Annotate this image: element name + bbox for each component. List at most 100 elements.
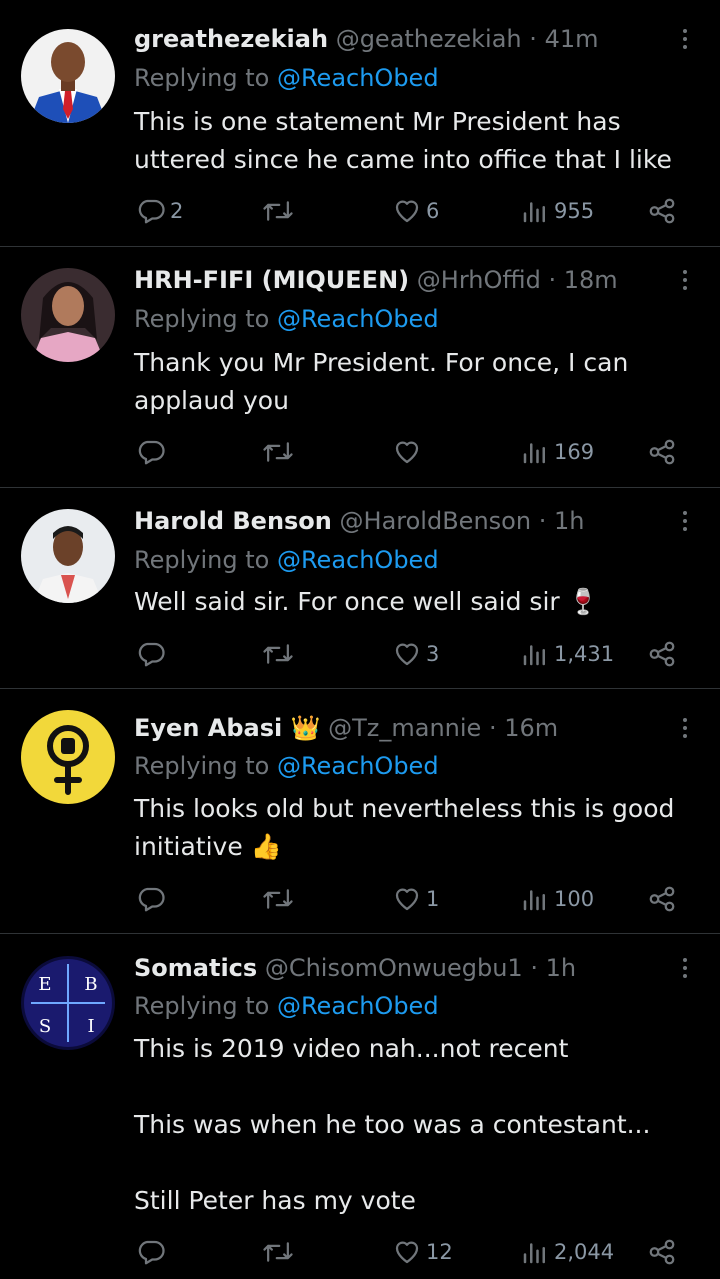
retweet-button[interactable] <box>262 1234 298 1270</box>
avatar[interactable]: E B S I <box>21 956 115 1050</box>
share-button[interactable] <box>647 193 677 229</box>
retweet-icon <box>263 889 293 909</box>
timestamp[interactable]: 1h <box>546 954 576 982</box>
mention-link[interactable]: @ReachObed <box>277 305 439 333</box>
views-count: 169 <box>554 440 595 464</box>
views-button[interactable]: 2,044 <box>520 1234 614 1270</box>
like-button[interactable]: 12 <box>392 1234 453 1270</box>
more-icon[interactable] <box>672 711 698 745</box>
author-handle[interactable]: @ChisomOnwuegbu1 <box>265 954 523 982</box>
retweet-icon <box>263 442 293 462</box>
replying-to: Replying to @ReachObed <box>134 301 439 337</box>
views-button[interactable]: 1,431 <box>520 636 614 672</box>
views-count: 100 <box>554 887 595 911</box>
reply-icon <box>138 642 165 667</box>
reply-button[interactable] <box>136 434 170 470</box>
views-icon <box>523 890 545 911</box>
author-name[interactable]: Somatics <box>134 954 257 982</box>
svg-text:S: S <box>39 1016 51 1037</box>
reply-icon <box>138 199 165 224</box>
share-button[interactable] <box>647 881 677 917</box>
share-button[interactable] <box>647 434 677 470</box>
author-name[interactable]: Eyen Abasi 👑 <box>134 714 320 742</box>
timestamp[interactable]: 41m <box>545 25 599 53</box>
share-icon <box>649 439 675 465</box>
like-button[interactable]: 1 <box>392 881 439 917</box>
more-icon[interactable] <box>672 22 698 56</box>
like-button[interactable] <box>392 434 426 470</box>
author-handle[interactable]: @Tz_mannie <box>328 714 481 742</box>
replying-to: Replying to @ReachObed <box>134 542 439 578</box>
replying-to-label: Replying to <box>134 64 270 92</box>
timestamp[interactable]: 1h <box>554 507 584 535</box>
avatar[interactable] <box>21 509 115 603</box>
avatar[interactable] <box>21 710 115 804</box>
reply-button[interactable] <box>136 636 170 672</box>
like-button[interactable]: 6 <box>392 193 439 229</box>
timestamp[interactable]: 16m <box>504 714 558 742</box>
mention-link[interactable]: @ReachObed <box>277 752 439 780</box>
heart-icon <box>395 888 419 911</box>
replying-to-label: Replying to <box>134 305 270 333</box>
tweet-text: Well said sir. For once well said sir 🍷 <box>134 587 599 616</box>
views-count: 2,044 <box>554 1240 615 1264</box>
tweet-text: Thank you Mr President. For once, I can … <box>134 348 629 415</box>
avatar[interactable] <box>21 268 115 362</box>
share-icon <box>649 886 675 912</box>
views-button[interactable]: 955 <box>520 193 594 229</box>
reply-button[interactable] <box>136 881 170 917</box>
reply-button[interactable] <box>136 1234 170 1270</box>
replying-to-label: Replying to <box>134 752 270 780</box>
more-icon[interactable] <box>672 263 698 297</box>
separator: · <box>529 25 537 53</box>
heart-icon <box>395 200 419 223</box>
tweet-text: This is one statement Mr President has u… <box>134 107 672 174</box>
replying-to: Replying to @ReachObed <box>134 988 439 1024</box>
svg-text:B: B <box>84 974 97 995</box>
retweet-button[interactable] <box>262 193 298 229</box>
action-bar: 12 2,044 <box>0 1234 720 1270</box>
tweet[interactable]: greathezekiah @geathezekiah · 41m Replyi… <box>0 0 720 246</box>
like-button[interactable]: 3 <box>392 636 439 672</box>
tweet-header: Eyen Abasi 👑 @Tz_mannie · 16m <box>134 711 558 745</box>
mention-link[interactable]: @ReachObed <box>277 992 439 1020</box>
tweet[interactable]: Harold Benson @HaroldBenson · 1h Replyin… <box>0 488 720 688</box>
tweet[interactable]: Eyen Abasi 👑 @Tz_mannie · 16m Replying t… <box>0 689 720 933</box>
views-count: 1,431 <box>554 642 615 666</box>
reply-icon <box>138 887 165 912</box>
author-handle[interactable]: @HrhOffid <box>417 266 541 294</box>
avatar-image <box>21 509 115 603</box>
reply-button[interactable]: 2 <box>136 193 183 229</box>
retweet-button[interactable] <box>262 881 298 917</box>
more-icon[interactable] <box>672 504 698 538</box>
views-button[interactable]: 169 <box>520 434 594 470</box>
heart-icon <box>395 643 419 666</box>
timestamp[interactable]: 18m <box>564 266 618 294</box>
share-button[interactable] <box>647 1234 677 1270</box>
tweet[interactable]: E B S I Somatics @ChisomOnwuegbu1 · 1h R… <box>0 934 720 1279</box>
replying-to-label: Replying to <box>134 546 270 574</box>
svg-text:I: I <box>87 1016 94 1037</box>
author-name[interactable]: Harold Benson <box>134 507 332 535</box>
action-bar: 2 6 955 <box>0 193 720 229</box>
author-handle[interactable]: @HaroldBenson <box>340 507 532 535</box>
author-name[interactable]: HRH-FIFI (MIQUEEN) <box>134 266 409 294</box>
share-button[interactable] <box>647 636 677 672</box>
retweet-button[interactable] <box>262 434 298 470</box>
avatar-image <box>21 268 115 362</box>
tweet[interactable]: HRH-FIFI (MIQUEEN) @HrhOffid · 18m Reply… <box>0 247 720 487</box>
mention-link[interactable]: @ReachObed <box>277 546 439 574</box>
reply-icon <box>138 1240 165 1265</box>
retweet-button[interactable] <box>262 636 298 672</box>
replying-to: Replying to @ReachObed <box>134 60 439 96</box>
svg-text:E: E <box>38 974 51 995</box>
views-icon <box>523 645 545 666</box>
heart-icon <box>395 1241 419 1264</box>
views-button[interactable]: 100 <box>520 881 594 917</box>
more-icon[interactable] <box>672 951 698 985</box>
retweet-icon <box>263 201 293 221</box>
author-handle[interactable]: @geathezekiah <box>336 25 522 53</box>
mention-link[interactable]: @ReachObed <box>277 64 439 92</box>
avatar[interactable] <box>21 29 115 123</box>
author-name[interactable]: greathezekiah <box>134 25 328 53</box>
